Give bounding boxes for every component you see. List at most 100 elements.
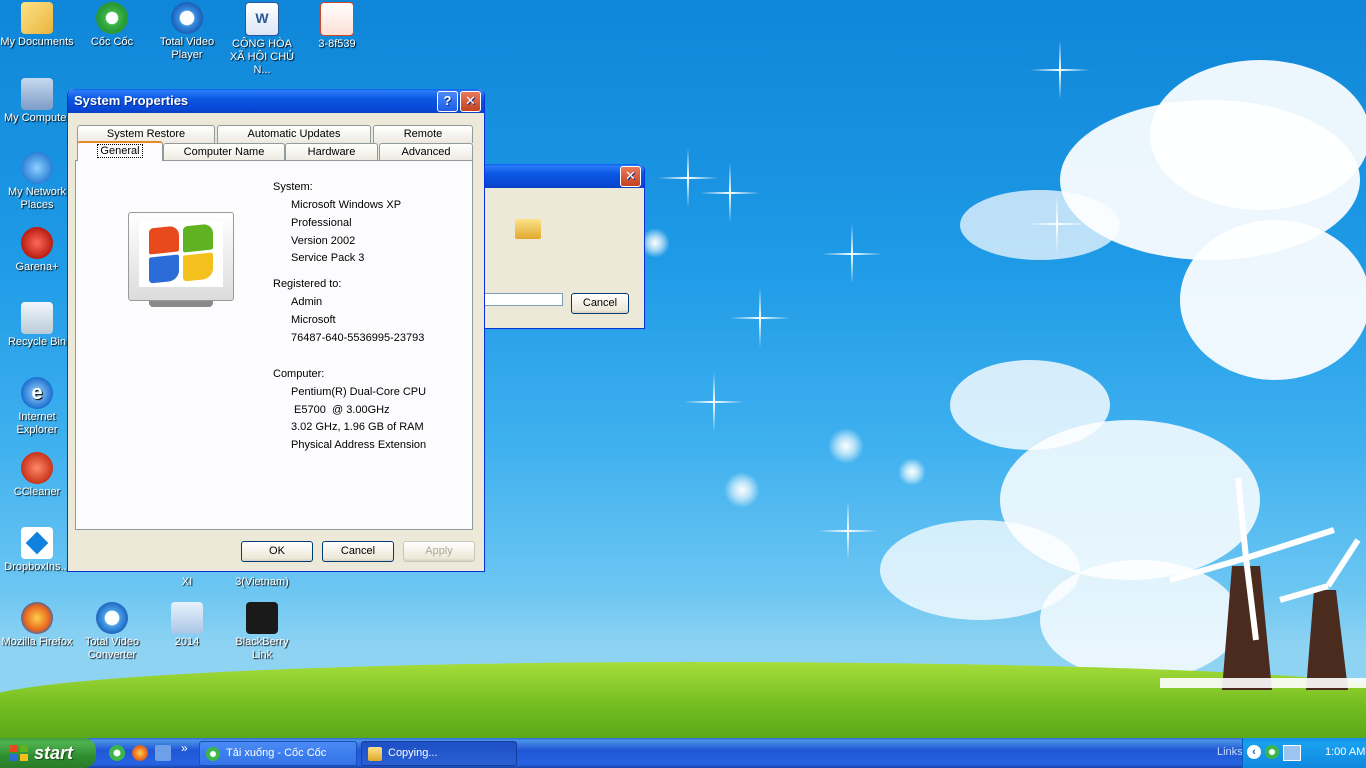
sparkle <box>1030 40 1090 100</box>
os-service-pack: Service Pack 3 <box>291 252 365 264</box>
icon-label: Mozilla Firefox <box>1 636 73 648</box>
folder-icon <box>515 219 541 239</box>
desktop-icon-my-network-places[interactable]: My Network Places <box>0 152 74 212</box>
sparkle <box>730 288 790 348</box>
window-titlebar: System Properties ? ✕ <box>68 89 484 113</box>
blackberry-icon <box>246 602 278 634</box>
powerpoint-icon <box>320 2 354 36</box>
tab-advanced[interactable]: Advanced <box>379 143 473 161</box>
coccoc-browser-icon <box>206 747 220 761</box>
desktop-icon-recycle-bin[interactable]: Recycle Bin <box>0 302 74 349</box>
computer-icon <box>21 78 53 110</box>
icon-label: Recycle Bin <box>7 336 67 348</box>
word-document-icon: W <box>245 2 279 36</box>
icon-label: CỘNG HÒA XÃ HỘI CHỦ N... <box>229 38 295 76</box>
copying-dialog: ✕ Cancel <box>484 164 645 329</box>
dropbox-icon <box>21 527 53 559</box>
icon-label: CCleaner <box>13 486 61 498</box>
general-panel: System: Microsoft Windows XP Professiona… <box>75 160 473 530</box>
tab-remote[interactable]: Remote <box>373 125 473 143</box>
tab-label: General <box>97 144 143 158</box>
tab-automatic-updates[interactable]: Automatic Updates <box>217 125 371 143</box>
ok-button[interactable]: OK <box>241 541 313 562</box>
tab-general[interactable]: General <box>77 141 163 161</box>
desktop-icon-coccoc[interactable]: Cốc Cốc <box>75 2 149 49</box>
ccleaner-icon <box>21 452 53 484</box>
cpu-name: Pentium(R) Dual-Core CPU <box>291 386 427 398</box>
desktop-icon-dropbox[interactable]: DropboxIns... <box>0 527 74 574</box>
tray-coccoc-icon[interactable] <box>1265 745 1279 759</box>
chevron-left-icon[interactable]: ‹ <box>1247 745 1261 759</box>
close-button[interactable]: ✕ <box>460 91 481 112</box>
icon-label: BlackBerry Link <box>235 636 289 661</box>
icon-label: DropboxIns... <box>4 561 70 573</box>
desktop-icon-blackberry-link[interactable]: BlackBerry Link <box>225 602 299 662</box>
copying-titlebar: ✕ <box>485 164 644 188</box>
icon-label: My Network Places <box>7 186 67 211</box>
window-title: System Properties <box>74 93 189 108</box>
cancel-button[interactable]: Cancel <box>322 541 394 562</box>
icon-label: 2014 <box>174 636 200 648</box>
system-label: System: <box>273 181 313 193</box>
video-player-icon <box>171 2 203 34</box>
desktop: My Documents Cốc Cốc Total Video Player … <box>0 0 1366 738</box>
tab-hardware[interactable]: Hardware <box>285 143 378 161</box>
folder-icon <box>171 602 203 634</box>
icon-label: Garena+ <box>15 261 59 273</box>
os-edition: Professional <box>291 217 352 229</box>
desktop-icon-my-documents[interactable]: My Documents <box>0 2 74 49</box>
start-button[interactable]: start <box>0 738 96 768</box>
icon-label: Cốc Cốc <box>90 36 134 48</box>
help-button[interactable]: ? <box>437 91 458 112</box>
icon-label: XI <box>181 576 193 588</box>
desktop-icon-total-video-player[interactable]: Total Video Player <box>150 2 224 62</box>
taskbar-button-copying[interactable]: Copying... <box>361 741 517 766</box>
desktop-icon-total-video-converter[interactable]: Total Video Converter <box>75 602 149 662</box>
network-status-icon[interactable] <box>1283 745 1301 761</box>
desktop-icon-word-document[interactable]: W CỘNG HÒA XÃ HỘI CHỦ N... <box>225 2 299 77</box>
taskbar-button-coccoc[interactable]: Tải xuống - Cốc Cốc <box>199 741 357 766</box>
garena-icon <box>21 227 53 259</box>
desktop-icon-garena[interactable]: Garena+ <box>0 227 74 274</box>
task-label: Tải xuống - Cốc Cốc <box>226 747 327 759</box>
desktop-icon-folder-2014[interactable]: 2014 <box>150 602 224 649</box>
icon-label: My Computer <box>3 112 71 124</box>
start-label: start <box>34 743 74 763</box>
firefox-quicklaunch-icon[interactable] <box>132 745 148 761</box>
desktop-icon-my-computer[interactable]: My Computer <box>0 78 74 125</box>
cloud <box>1150 60 1366 210</box>
apply-button[interactable]: Apply <box>403 541 475 562</box>
sparkle <box>828 428 864 464</box>
desktop-icon-internet-explorer[interactable]: e Internet Explorer <box>0 377 74 437</box>
desktop-icon-ccleaner[interactable]: CCleaner <box>0 452 74 499</box>
os-name: Microsoft Windows XP <box>291 199 402 211</box>
registered-label: Registered to: <box>273 278 342 290</box>
desktop-icon-xi[interactable]: XI <box>150 576 224 589</box>
system-tray: ‹ 1:00 AM <box>1242 738 1366 768</box>
product-id: 76487-640-5536995-23793 <box>291 332 425 344</box>
cancel-button[interactable]: Cancel <box>571 293 629 314</box>
network-quicklaunch-icon[interactable] <box>155 745 171 761</box>
icon-label: 3-8f539 <box>318 38 356 50</box>
close-button[interactable]: ✕ <box>620 166 641 187</box>
cloud <box>1180 220 1366 380</box>
desktop-icon-firefox[interactable]: Mozilla Firefox <box>0 602 74 649</box>
coccoc-quicklaunch-icon[interactable] <box>109 745 125 761</box>
links-toolbar[interactable]: Links <box>1217 746 1243 758</box>
cpu-speed-ram: 3.02 GHz, 1.96 GB of RAM <box>291 421 424 433</box>
chevron-right-icon[interactable]: » <box>181 741 188 755</box>
icon-label: My Documents <box>0 36 74 48</box>
sparkle <box>1027 194 1087 254</box>
windows-flag-icon <box>10 745 28 761</box>
icon-label: Internet Explorer <box>16 411 58 436</box>
desktop-icon-vietnam[interactable]: 3(Vietnam) <box>225 576 299 589</box>
desktop-icon-powerpoint[interactable]: 3-8f539 <box>300 2 374 51</box>
folder-icon <box>368 747 382 761</box>
pae-info: Physical Address Extension <box>291 439 427 451</box>
windows-logo-icon <box>139 221 223 287</box>
dropbox-logo <box>25 531 49 555</box>
tab-computer-name[interactable]: Computer Name <box>163 143 285 161</box>
clock[interactable]: 1:00 AM <box>1325 746 1365 758</box>
internet-explorer-icon: e <box>21 377 53 409</box>
copy-progress-bar <box>485 293 563 306</box>
